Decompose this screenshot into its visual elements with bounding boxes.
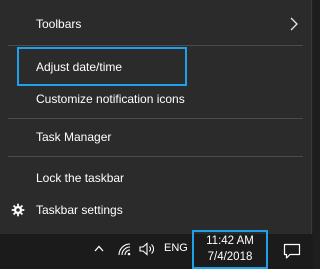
menu-item-taskbar-settings[interactable]: Taskbar settings: [0, 195, 311, 225]
taskbar-clock[interactable]: 11:42 AM 7/4/2018: [192, 230, 268, 269]
menu-item-lock-taskbar[interactable]: Lock the taskbar: [0, 163, 311, 193]
menu-item-label: Toolbars: [36, 17, 82, 31]
menu-item-task-manager[interactable]: Task Manager: [0, 122, 311, 152]
menu-item-label: Adjust date/time: [36, 60, 123, 74]
menu-item-label: Customize notification icons: [36, 92, 185, 106]
menu-item-label: Lock the taskbar: [36, 171, 125, 185]
wifi-icon[interactable]: [116, 234, 134, 269]
taskbar-context-menu: Toolbars Adjust date/time Customize noti…: [0, 0, 312, 234]
menu-item-adjust-date-time[interactable]: Adjust date/time: [0, 52, 311, 82]
language-indicator[interactable]: ENG: [164, 234, 188, 269]
gear-icon: [11, 203, 25, 217]
menu-separator: [8, 156, 303, 157]
chevron-right-icon: [290, 17, 298, 31]
chevron-up-icon[interactable]: [92, 234, 106, 269]
menu-item-label: Task Manager: [36, 130, 112, 144]
clock-time: 11:42 AM: [206, 235, 254, 247]
menu-item-toolbars[interactable]: Toolbars: [0, 9, 311, 39]
action-center-icon[interactable]: [270, 234, 313, 269]
screen: Toolbars Adjust date/time Customize noti…: [0, 0, 313, 269]
menu-separator: [8, 45, 303, 46]
menu-item-label: Taskbar settings: [36, 203, 123, 217]
clock-date: 7/4/2018: [207, 251, 253, 263]
menu-separator: [8, 118, 303, 119]
menu-item-customize-notification-icons[interactable]: Customize notification icons: [0, 84, 311, 114]
speaker-icon[interactable]: [138, 234, 158, 269]
